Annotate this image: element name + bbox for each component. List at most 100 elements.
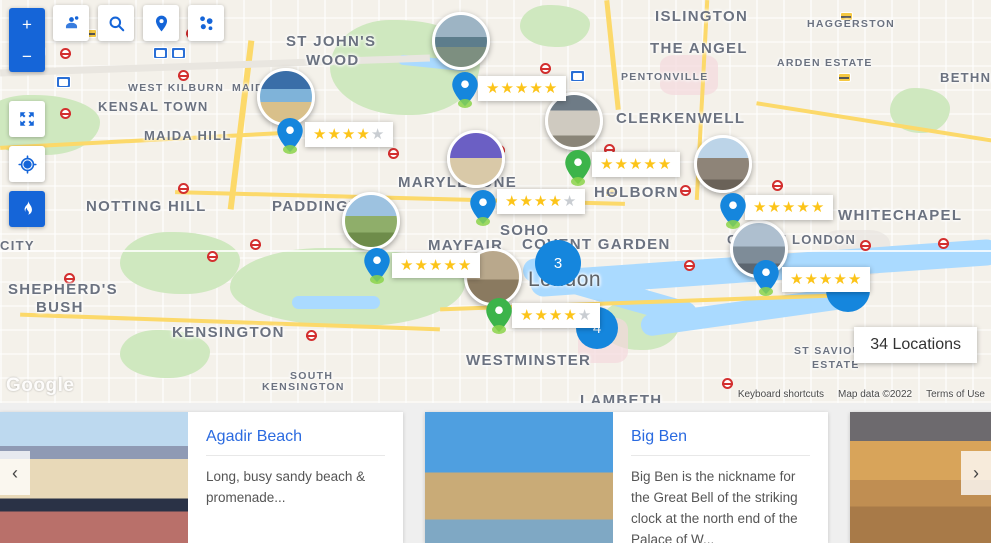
tube-station-icon bbox=[679, 185, 691, 196]
marker-cluster[interactable]: 3 bbox=[535, 240, 581, 286]
zoom-control[interactable]: + − bbox=[9, 8, 45, 72]
next-card-button[interactable]: › bbox=[961, 451, 991, 495]
add-place-button[interactable] bbox=[53, 5, 89, 41]
zone-pink-ne bbox=[660, 55, 718, 95]
card-body: Agadir Beach Long, busy sandy beach & pro… bbox=[188, 412, 403, 543]
location-card[interactable]: Agadir Beach Long, busy sandy beach & pro… bbox=[0, 412, 403, 543]
star-icon: ★ bbox=[563, 307, 578, 324]
zoom-out-button[interactable]: − bbox=[9, 40, 45, 72]
serpentine bbox=[292, 296, 380, 309]
star-icon: ★ bbox=[505, 193, 520, 210]
location-card[interactable]: Big Ben Big Ben is the nickname for the G… bbox=[425, 412, 828, 543]
rail-station-icon bbox=[840, 12, 853, 21]
pin-shadow bbox=[571, 177, 585, 186]
star-icon: ★ bbox=[486, 80, 501, 97]
star-icon: ★ bbox=[657, 156, 673, 173]
map-pin-icon[interactable] bbox=[486, 298, 512, 334]
marker-rating-box: ★★★★★ bbox=[478, 76, 567, 101]
pin-shadow bbox=[458, 99, 472, 108]
card-image[interactable] bbox=[425, 412, 613, 543]
map-area[interactable]: ST JOHN'S WOOD ISLINGTON HAGGERSTON THE ANGE… bbox=[0, 0, 991, 403]
map-pin-icon[interactable] bbox=[753, 260, 779, 296]
card-body: Big Ben Big Ben is the nickname for the G… bbox=[613, 412, 828, 543]
star-icon: ★ bbox=[533, 193, 549, 210]
marker-photo-thumbnail[interactable] bbox=[694, 135, 752, 193]
map-pin-icon[interactable] bbox=[277, 118, 303, 154]
marker-photo-thumbnail[interactable] bbox=[432, 12, 490, 70]
tube-station-icon bbox=[206, 251, 218, 262]
star-icon: ★ bbox=[356, 126, 371, 143]
prev-card-button[interactable]: ‹ bbox=[0, 451, 30, 495]
locations-count-badge[interactable]: 34 Locations bbox=[854, 327, 977, 363]
tube-station-icon bbox=[63, 273, 75, 284]
tube-station-icon bbox=[177, 183, 189, 194]
star-icon: ★ bbox=[443, 257, 458, 274]
park-sw bbox=[120, 330, 210, 378]
marker-rating-box: ★★★★★ bbox=[305, 122, 394, 147]
locations-card-strip: Agadir Beach Long, busy sandy beach & pro… bbox=[0, 403, 991, 543]
marker-icon bbox=[155, 15, 167, 31]
star-icon: ★ bbox=[614, 156, 629, 173]
search-icon bbox=[109, 16, 124, 31]
star-icon: ★ bbox=[543, 80, 559, 97]
star-icon: ★ bbox=[534, 307, 549, 324]
star-icon: ★ bbox=[500, 80, 515, 97]
map-pin-icon[interactable] bbox=[470, 190, 496, 226]
star-icon: ★ bbox=[370, 126, 386, 143]
star-icon: ★ bbox=[796, 199, 811, 216]
map-pin-icon[interactable] bbox=[364, 248, 390, 284]
map-pin-icon[interactable] bbox=[720, 193, 746, 229]
map-canvas[interactable]: ST JOHN'S WOOD ISLINGTON HAGGERSTON THE ANGE… bbox=[0, 0, 991, 403]
terms-of-use-link[interactable]: Terms of Use bbox=[926, 389, 985, 400]
tube-station-icon bbox=[859, 240, 871, 251]
keyboard-shortcuts-link[interactable]: Keyboard shortcuts bbox=[738, 389, 824, 400]
tube-station-icon bbox=[177, 70, 189, 81]
marker-photo-thumbnail[interactable] bbox=[342, 192, 400, 250]
star-icon: ★ bbox=[327, 126, 342, 143]
star-icon: ★ bbox=[313, 126, 328, 143]
google-logo: Google bbox=[6, 375, 75, 396]
card-description: Long, busy sandy beach & promenade... bbox=[206, 469, 366, 505]
heatmap-button[interactable] bbox=[9, 191, 45, 227]
search-button[interactable] bbox=[98, 5, 134, 41]
marker-rating-box: ★★★★★ bbox=[782, 267, 871, 292]
tube-station-icon bbox=[771, 180, 783, 191]
map-pin-icon[interactable] bbox=[452, 72, 478, 108]
national-rail-icon bbox=[171, 47, 186, 59]
star-icon: ★ bbox=[790, 271, 805, 288]
star-icon: ★ bbox=[400, 257, 415, 274]
add-place-icon bbox=[65, 15, 78, 28]
map-locations-app: ST JOHN'S WOOD ISLINGTON HAGGERSTON THE ANGE… bbox=[0, 0, 991, 543]
star-icon: ★ bbox=[753, 199, 768, 216]
zoom-in-button[interactable]: + bbox=[9, 8, 45, 40]
tube-station-icon bbox=[721, 378, 733, 389]
markers-button[interactable] bbox=[143, 5, 179, 41]
tube-station-icon bbox=[305, 330, 317, 341]
heatmap-icon bbox=[24, 201, 32, 215]
marker-rating-box: ★★★★★ bbox=[512, 303, 601, 328]
marker-rating-box: ★★★★★ bbox=[392, 253, 481, 278]
card-title[interactable]: Big Ben bbox=[631, 428, 810, 456]
star-icon: ★ bbox=[810, 199, 826, 216]
star-icon: ★ bbox=[529, 80, 544, 97]
map-attribution: Keyboard shortcuts Map data ©2022 Terms … bbox=[738, 389, 985, 400]
national-rail-icon bbox=[570, 70, 585, 82]
star-icon: ★ bbox=[847, 271, 863, 288]
star-icon: ★ bbox=[514, 80, 530, 97]
tube-station-icon bbox=[683, 260, 695, 271]
card-title[interactable]: Agadir Beach bbox=[206, 428, 385, 456]
star-icon: ★ bbox=[341, 126, 357, 143]
locate-me-button[interactable] bbox=[9, 146, 45, 182]
pin-shadow bbox=[370, 275, 384, 284]
tube-station-icon bbox=[937, 238, 949, 249]
marker-rating-box: ★★★★★ bbox=[497, 189, 586, 214]
rail-station-icon bbox=[605, 188, 618, 197]
clusters-button[interactable] bbox=[188, 5, 224, 41]
star-icon: ★ bbox=[600, 156, 615, 173]
marker-photo-thumbnail[interactable] bbox=[447, 130, 505, 188]
star-icon: ★ bbox=[781, 199, 797, 216]
map-pin-icon[interactable] bbox=[565, 150, 591, 186]
star-icon: ★ bbox=[457, 257, 473, 274]
fullscreen-button[interactable] bbox=[9, 101, 45, 137]
pin-shadow bbox=[759, 287, 773, 296]
